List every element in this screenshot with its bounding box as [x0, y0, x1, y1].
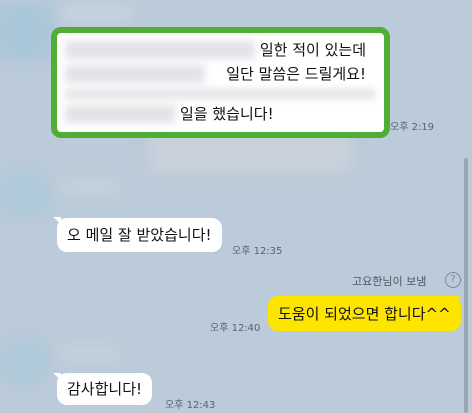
- message-text: 감사합니다!: [67, 380, 143, 398]
- message-bubble[interactable]: 감사합니다!: [57, 373, 153, 405]
- message-time: 오후 2:19: [390, 122, 435, 133]
- sender-note: 고요한님이 보냄: [352, 275, 427, 288]
- sender-name: [60, 346, 120, 360]
- my-message-bubble[interactable]: 도움이 되었으면 합니다^^: [268, 296, 461, 331]
- help-icon[interactable]: ?: [445, 272, 461, 288]
- scrollbar[interactable]: [464, 158, 468, 413]
- redacted-text: [65, 89, 375, 99]
- redacted-text: [65, 65, 205, 83]
- avatar: [0, 170, 48, 220]
- sender-name: [62, 6, 132, 22]
- message-text: 도움이 되었으면 합니다^^: [278, 305, 451, 323]
- redacted-text: [65, 41, 255, 59]
- avatar: [0, 2, 54, 62]
- message-time: 오후 12:35: [232, 246, 283, 257]
- message-text: 오 메일 잘 받았습니다!: [67, 226, 212, 244]
- redacted-text: [65, 105, 175, 123]
- message-line: 일한 적이 있는데: [259, 41, 366, 59]
- message-bubble[interactable]: 오 메일 잘 받았습니다!: [57, 218, 222, 252]
- message-line: 일을 했습니다!: [180, 105, 274, 123]
- message-time: 오후 12:43: [165, 400, 216, 411]
- message-line: 일단 말씀은 드릴게요!: [226, 65, 366, 83]
- message-time: 오후 12:40: [210, 323, 261, 334]
- highlighted-message-bubble[interactable]: 일한 적이 있는데 일단 말씀은 드릴게요! 일을 했습니다!: [51, 27, 390, 138]
- avatar: [0, 338, 48, 386]
- blurred-bubble: [150, 132, 350, 172]
- sender-name: [60, 180, 120, 194]
